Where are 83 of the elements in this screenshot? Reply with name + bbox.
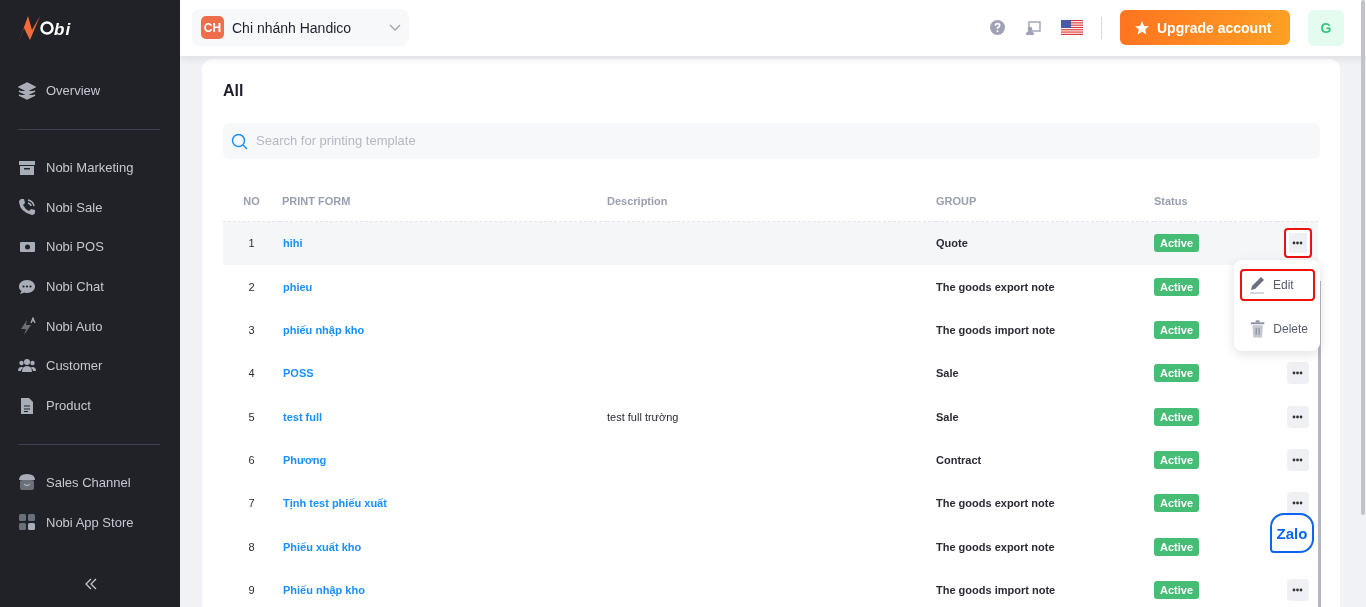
scrollbar[interactable] — [1318, 280, 1321, 607]
zalo-chat-button[interactable]: Zalo — [1270, 513, 1314, 553]
collapse-button[interactable] — [83, 578, 97, 590]
sidebar-item[interactable]: Product — [18, 385, 180, 426]
status-badge: Active — [1154, 494, 1200, 513]
row-number: 6 — [248, 453, 255, 466]
document-icon — [18, 396, 36, 415]
status-badge: Active — [1154, 580, 1200, 599]
search-field[interactable]: Search for printing template — [223, 122, 1320, 159]
status-badge: Active — [1154, 364, 1200, 383]
more-options-button[interactable] — [1286, 448, 1309, 471]
sidebar-item[interactable]: Customer — [18, 346, 180, 386]
trash-icon — [1250, 319, 1266, 338]
group-text: Quote — [936, 237, 968, 250]
row-number: 5 — [248, 410, 255, 423]
more-options-button[interactable] — [1283, 228, 1312, 259]
lightning-icon — [18, 317, 36, 336]
more-options-button[interactable] — [1286, 405, 1309, 428]
more-dots-icon — [1292, 371, 1303, 376]
search-icon — [231, 132, 248, 150]
logo-text: bi — [54, 20, 72, 40]
more-dots-icon — [1292, 414, 1303, 419]
more-options-button[interactable] — [1286, 362, 1309, 385]
sidebar-item[interactable]: Nobi Sale — [18, 187, 180, 228]
branch-selector[interactable]: CH Chi nhánh Handico — [192, 9, 409, 47]
phone-icon — [18, 198, 36, 217]
group-text: Sale — [936, 410, 959, 423]
chevron-down-icon — [389, 24, 401, 32]
archive-icon — [18, 158, 36, 177]
users-icon — [18, 356, 36, 375]
row-number: 9 — [248, 583, 255, 596]
row-number: 7 — [248, 497, 255, 510]
branch-initials-badge: CH — [201, 16, 224, 40]
status-badge: Active — [1154, 234, 1200, 253]
sidebar-item[interactable]: Nobi Chat — [18, 266, 180, 307]
column-header: Status — [1154, 195, 1188, 208]
group-text: The goods export note — [936, 280, 1055, 293]
page-scrollbar[interactable] — [1361, 0, 1365, 515]
star-icon — [1135, 20, 1149, 35]
sidebar-item[interactable]: Nobi Marketing — [18, 147, 180, 188]
branch-name: Chi nhánh Handico — [232, 19, 353, 36]
menu-item[interactable]: Delete — [1240, 313, 1315, 344]
row-number: 2 — [248, 280, 255, 293]
apps-grid-icon — [18, 513, 36, 532]
more-dots-icon — [1292, 587, 1303, 592]
more-dots-icon — [1292, 457, 1303, 462]
more-dots-icon — [1292, 501, 1303, 506]
column-header: PRINT FORM — [282, 195, 351, 208]
sidebar-item[interactable]: Nobi POS — [18, 227, 180, 267]
row-number: 3 — [248, 324, 255, 337]
store-icon — [18, 473, 36, 492]
status-badge: Active — [1154, 321, 1200, 340]
row-number: 8 — [248, 540, 255, 553]
sidebar-item[interactable]: Nobi Auto — [18, 306, 180, 347]
us-flag-icon[interactable] — [1061, 20, 1083, 36]
group-text: Sale — [936, 367, 959, 380]
group-text: The goods export note — [936, 540, 1055, 553]
description-text: test full trường — [607, 410, 679, 423]
row-number: 1 — [248, 237, 255, 250]
status-badge: Active — [1154, 277, 1200, 296]
sidebar-item[interactable]: Nobi App Store — [18, 502, 180, 542]
layers-icon — [18, 81, 36, 100]
group-text: The goods import note — [936, 324, 1056, 337]
column-header: GROUP — [936, 195, 977, 208]
column-header: Description — [607, 195, 668, 208]
sidebar-item[interactable]: Sales Channel — [18, 462, 180, 503]
group-text: The goods export note — [936, 497, 1055, 510]
double-chevron-left-icon — [83, 578, 97, 590]
status-badge: Active — [1154, 537, 1200, 556]
group-text: The goods import note — [936, 583, 1056, 596]
more-dots-icon — [1292, 241, 1303, 246]
sidebar-item[interactable]: Overview — [18, 71, 180, 111]
menu-item[interactable]: Edit — [1240, 268, 1315, 301]
chat-bubble-icon — [18, 277, 36, 296]
section-title: All — [223, 80, 245, 101]
group-text: Contract — [936, 453, 982, 466]
column-header: NO — [243, 195, 260, 208]
status-badge: Active — [1154, 407, 1200, 426]
pencil-icon — [1249, 275, 1265, 294]
more-options-button[interactable] — [1286, 492, 1309, 515]
row-number: 4 — [248, 367, 255, 380]
more-options-button[interactable] — [1286, 578, 1309, 601]
status-badge: Active — [1154, 450, 1200, 469]
